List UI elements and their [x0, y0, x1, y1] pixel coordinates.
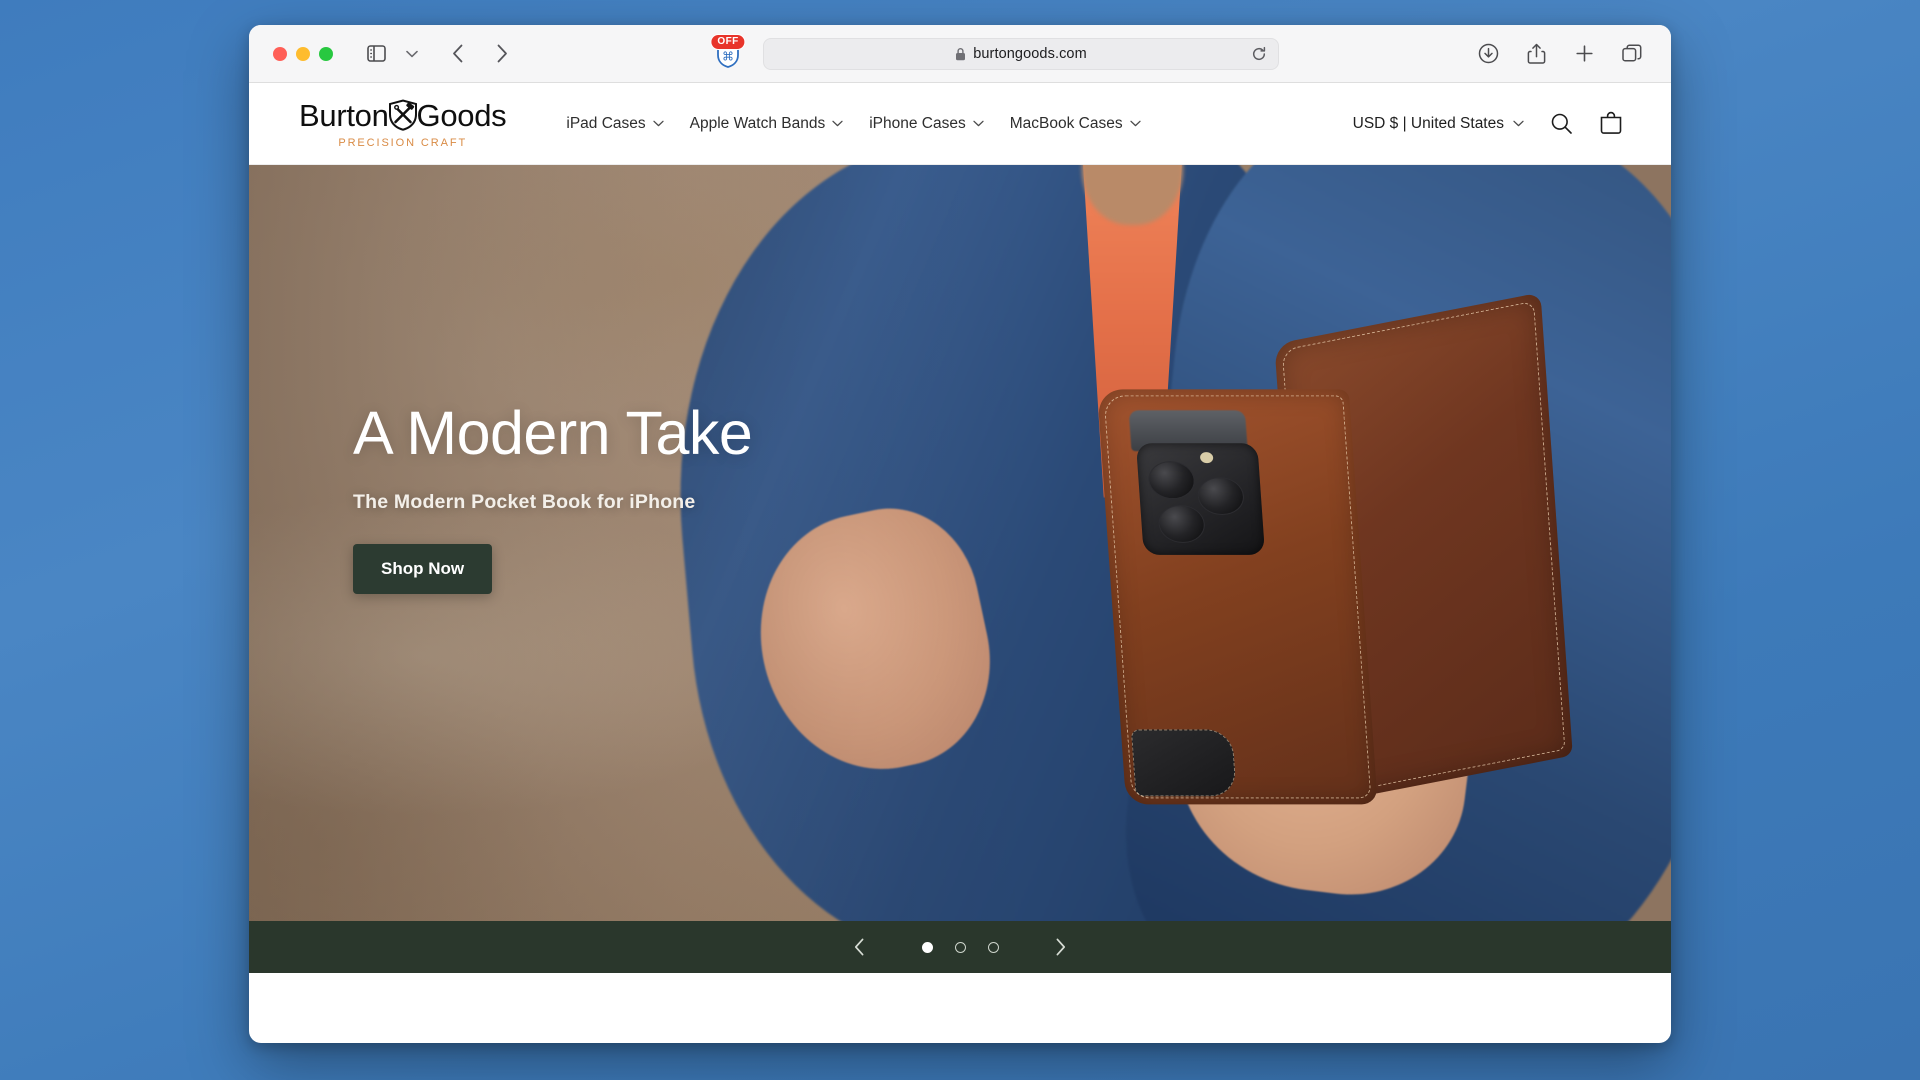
chevron-down-icon[interactable]	[395, 39, 429, 69]
sidebar-icon[interactable]	[359, 39, 393, 69]
currency-label: USD $ | United States	[1352, 114, 1504, 132]
carousel-dot-3[interactable]	[987, 941, 999, 953]
chevron-down-icon	[832, 120, 843, 127]
window-controls	[273, 46, 333, 61]
currency-selector[interactable]: USD $ | United States	[1353, 115, 1524, 133]
tab-overview-icon[interactable]	[1615, 39, 1649, 69]
share-icon[interactable]	[1519, 39, 1553, 69]
chevron-down-icon	[1513, 120, 1524, 127]
shop-now-button[interactable]: Shop Now	[353, 544, 493, 595]
nav-label: MacBook Cases	[1009, 114, 1123, 132]
carousel-controls	[249, 921, 1671, 973]
nav-label: iPad Cases	[566, 114, 646, 132]
header-right-group: USD $ | United States	[1353, 111, 1623, 136]
address-bar-content: burtongoods.com	[955, 46, 1087, 62]
sidebar-controls	[359, 39, 429, 69]
address-bar[interactable]: burtongoods.com	[763, 37, 1279, 70]
carousel-dots	[921, 941, 999, 953]
back-button[interactable]	[441, 39, 475, 69]
hero-content: A Modern Take The Modern Pocket Book for…	[353, 399, 753, 595]
minimize-window-button[interactable]	[296, 46, 310, 61]
search-icon[interactable]	[1550, 112, 1573, 135]
brand-name-right: Goods	[416, 97, 507, 133]
extension-button[interactable]: ⌘ OFF	[710, 33, 746, 71]
new-tab-icon[interactable]	[1567, 39, 1601, 69]
nav-label: iPhone Cases	[869, 114, 966, 132]
brand-name-left: Burton	[299, 97, 389, 133]
carousel-dot-2[interactable]	[954, 941, 966, 953]
chevron-down-icon	[1129, 120, 1141, 127]
url-text: burtongoods.com	[973, 45, 1087, 62]
nav-label: Apple Watch Bands	[689, 114, 826, 132]
cart-icon[interactable]	[1599, 111, 1623, 136]
browser-window: ⌘ OFF burtongoods.com Burton Goods PRECI…	[249, 25, 1671, 1043]
browser-toolbar: ⌘ OFF burtongoods.com	[249, 25, 1671, 83]
forward-button[interactable]	[485, 39, 519, 69]
hero-banner: A Modern Take The Modern Pocket Book for…	[249, 165, 1671, 921]
site-logo[interactable]: Burton Goods PRECISION CRAFT	[299, 97, 507, 149]
main-navigation: iPad Cases Apple Watch Bands iPhone Case…	[566, 114, 1141, 133]
chevron-down-icon	[973, 120, 984, 127]
shield-crossed-tools-icon	[387, 98, 419, 132]
close-window-button[interactable]	[273, 46, 287, 61]
reload-icon[interactable]	[1248, 43, 1270, 65]
carousel-next-button[interactable]	[1041, 927, 1081, 967]
hero-title: A Modern Take	[353, 399, 753, 467]
navigation-arrows	[441, 39, 519, 69]
site-header: Burton Goods PRECISION CRAFT iPad Cases …	[249, 83, 1671, 165]
lock-icon	[955, 47, 966, 61]
brand-wordmark: Burton Goods	[299, 97, 507, 133]
extension-status-badge: OFF	[710, 33, 746, 50]
maximize-window-button[interactable]	[319, 46, 333, 61]
nav-item-iphone-cases[interactable]: iPhone Cases	[869, 115, 984, 133]
nav-item-macbook-cases[interactable]: MacBook Cases	[1010, 115, 1141, 133]
hero-subtitle: The Modern Pocket Book for iPhone	[353, 491, 696, 514]
brand-tagline: PRECISION CRAFT	[338, 137, 468, 149]
chevron-down-icon	[653, 120, 664, 127]
nav-item-apple-watch-bands[interactable]: Apple Watch Bands	[690, 115, 844, 133]
toolbar-right-group	[1471, 39, 1653, 69]
downloads-icon[interactable]	[1471, 39, 1505, 69]
svg-text:⌘: ⌘	[722, 49, 734, 63]
nav-item-ipad-cases[interactable]: iPad Cases	[566, 114, 664, 133]
carousel-dot-1[interactable]	[921, 941, 933, 953]
carousel-prev-button[interactable]	[840, 927, 880, 967]
